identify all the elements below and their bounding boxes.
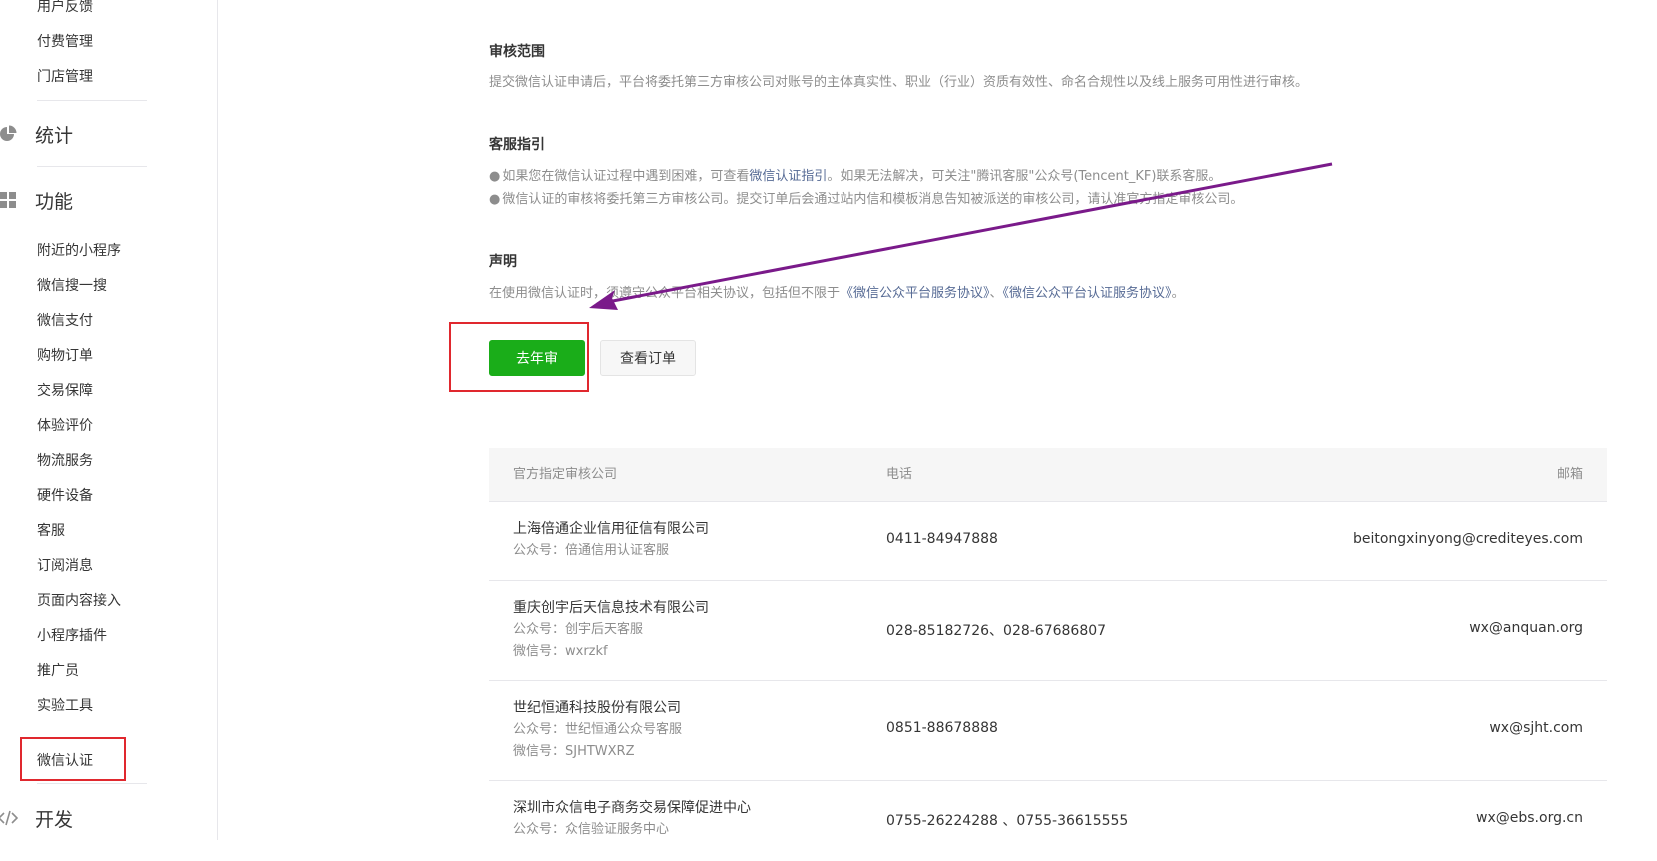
- sidebar-item-store-management[interactable]: 门店管理: [37, 66, 93, 86]
- company-wechat-id: 微信号：wxrzkf: [513, 644, 608, 659]
- company-cell: 上海倍通企业信用征信有限公司 公众号：倍通信用认证客服: [513, 518, 709, 562]
- table-header: 官方指定审核公司 电话 邮箱: [489, 448, 1607, 502]
- table-row: 世纪恒通科技股份有限公司 公众号：世纪恒通公众号客服 微信号：SJHTWXRZ …: [489, 681, 1607, 781]
- sidebar-item-wechat-search[interactable]: 微信搜一搜: [37, 275, 107, 295]
- sidebar-divider: [37, 783, 147, 784]
- company-email: wx@ebs.org.cn: [1476, 810, 1583, 826]
- company-phone: 028-85182726、028-67686807: [886, 623, 1107, 639]
- column-header-company: 官方指定审核公司: [513, 467, 618, 482]
- table-row: 上海倍通企业信用征信有限公司 公众号：倍通信用认证客服 0411-8494788…: [489, 502, 1607, 581]
- company-email: beitongxinyong@crediteyes.com: [1352, 531, 1583, 547]
- main-content: 审核范围 提交微信认证申请后，平台将委托第三方审核公司对账号的主体真实性、职业（…: [219, 0, 1657, 840]
- column-header-phone: 电话: [886, 467, 913, 482]
- company-email: wx@anquan.org: [1469, 620, 1583, 636]
- sidebar-item-nearby-mini-programs[interactable]: 附近的小程序: [37, 240, 121, 260]
- company-account: 公众号：众信验证服务中心: [513, 822, 670, 837]
- grid-icon: [0, 190, 18, 210]
- sidebar-item-wechat-pay[interactable]: 微信支付: [37, 310, 93, 330]
- company-cell: 世纪恒通科技股份有限公司 公众号：世纪恒通公众号客服 微信号：SJHTWXRZ: [513, 697, 682, 763]
- company-name: 重庆创宇后天信息技术有限公司: [513, 600, 709, 616]
- table-row: 深圳市众信电子商务交易保障促进中心 公众号：众信验证服务中心 0755-2622…: [489, 781, 1607, 861]
- company-name: 世纪恒通科技股份有限公司: [513, 700, 681, 716]
- sidebar-section-label: 开发: [35, 808, 74, 831]
- sidebar-divider: [37, 166, 147, 167]
- table-row: 重庆创宇后天信息技术有限公司 公众号：创宇后天客服 微信号：wxrzkf 028…: [489, 581, 1607, 681]
- sidebar-item-logistics[interactable]: 物流服务: [37, 450, 93, 470]
- company-account: 公众号：倍通信用认证客服: [513, 543, 670, 558]
- sidebar-section-develop[interactable]: 开发: [0, 804, 73, 832]
- company-account: 公众号：创宇后天客服: [513, 622, 644, 637]
- company-name: 深圳市众信电子商务交易保障促进中心: [513, 800, 751, 816]
- company-cell: 重庆创宇后天信息技术有限公司 公众号：创宇后天客服 微信号：wxrzkf: [513, 597, 709, 663]
- sidebar: 用户反馈 付费管理 门店管理 统计 功能 附近的小程序 微信搜一搜 微信支付 购…: [0, 0, 218, 840]
- sidebar-section-label: 统计: [35, 124, 74, 147]
- sidebar-section-label: 功能: [35, 190, 74, 213]
- pie-chart-icon: [0, 124, 18, 144]
- column-header-email: 邮箱: [1556, 467, 1583, 482]
- sidebar-item-shopping-orders[interactable]: 购物订单: [37, 345, 93, 365]
- sidebar-section-stats[interactable]: 统计: [0, 120, 73, 148]
- company-name: 上海倍通企业信用征信有限公司: [513, 521, 709, 537]
- sidebar-item-subscription-messages[interactable]: 订阅消息: [37, 555, 93, 575]
- code-icon: [0, 808, 18, 828]
- sidebar-item-plugins[interactable]: 小程序插件: [37, 625, 107, 645]
- company-phone: 0755-26224288 、0755-36615555: [886, 813, 1129, 829]
- sidebar-item-lab-tools[interactable]: 实验工具: [37, 695, 93, 715]
- sidebar-item-payment-management[interactable]: 付费管理: [37, 31, 93, 51]
- company-wechat-id: 微信号：SJHTWXRZ: [513, 744, 635, 759]
- sidebar-item-user-feedback[interactable]: 用户反馈: [37, 0, 93, 16]
- highlight-box: [20, 737, 126, 781]
- company-account: 公众号：世纪恒通公众号客服: [513, 722, 683, 737]
- sidebar-item-page-content[interactable]: 页面内容接入: [37, 590, 121, 610]
- sidebar-item-promoters[interactable]: 推广员: [37, 660, 79, 680]
- sidebar-item-hardware[interactable]: 硬件设备: [37, 485, 93, 505]
- sidebar-item-trade-guarantee[interactable]: 交易保障: [37, 380, 93, 400]
- sidebar-item-customer-service[interactable]: 客服: [37, 520, 65, 540]
- official-review-companies-table: 官方指定审核公司 电话 邮箱 上海倍通企业信用征信有限公司 公众号：倍通信用认证…: [489, 448, 1607, 861]
- sidebar-divider: [37, 100, 147, 101]
- sidebar-section-features[interactable]: 功能: [0, 186, 73, 214]
- company-cell: 深圳市众信电子商务交易保障促进中心 公众号：众信验证服务中心: [513, 797, 751, 841]
- sidebar-item-experience-rating[interactable]: 体验评价: [37, 415, 93, 435]
- company-phone: 0851-88678888: [886, 720, 998, 736]
- company-phone: 0411-84947888: [886, 531, 998, 547]
- company-email: wx@sjht.com: [1489, 720, 1583, 736]
